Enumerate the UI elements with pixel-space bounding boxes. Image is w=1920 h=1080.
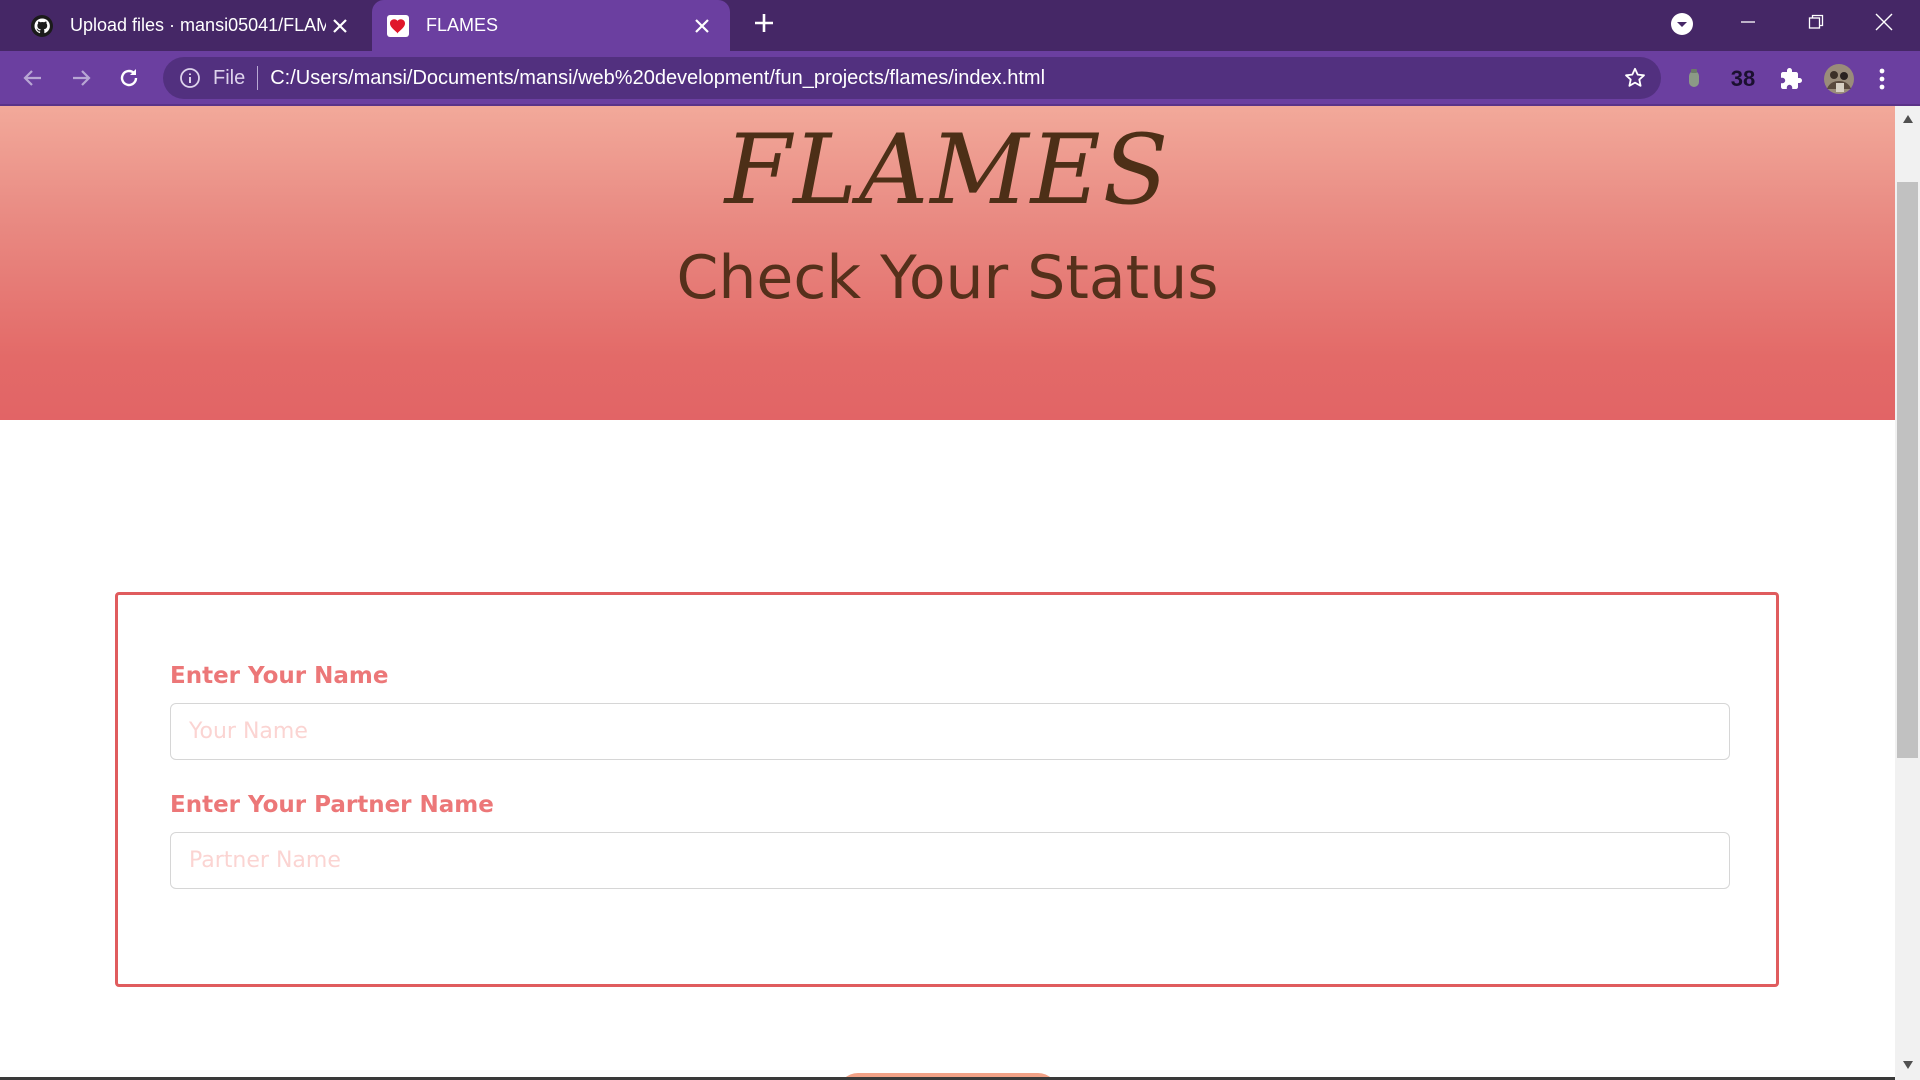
close-icon xyxy=(1875,13,1893,31)
restore-button[interactable] xyxy=(1786,0,1846,44)
close-window-button[interactable] xyxy=(1854,0,1914,44)
hero-banner: FLAMES Check Your Status xyxy=(0,106,1895,420)
extension-count: 38 xyxy=(1730,66,1756,91)
plus-icon xyxy=(755,14,773,32)
scroll-down-button[interactable] xyxy=(1895,1054,1920,1076)
chevron-down-circle-icon xyxy=(1671,13,1693,35)
more-vertical-icon xyxy=(1879,68,1885,90)
close-tab-icon[interactable] xyxy=(326,12,354,40)
new-tab-button[interactable] xyxy=(748,10,780,42)
partner-name-input[interactable] xyxy=(170,832,1730,889)
arrow-left-icon xyxy=(23,70,41,86)
page-subtitle: Check Your Status xyxy=(676,243,1219,313)
scroll-thumb[interactable] xyxy=(1897,182,1918,758)
browser-menu-button[interactable] xyxy=(1872,64,1892,94)
extension-bulb-icon xyxy=(1689,69,1699,87)
divider xyxy=(257,66,259,90)
restore-icon xyxy=(1808,14,1824,29)
tab-title: Upload files · mansi05041/FLAMES xyxy=(70,15,326,35)
tab-upload-files[interactable]: Upload files · mansi05041/FLAMES xyxy=(16,0,368,51)
name-input[interactable] xyxy=(170,703,1730,760)
avatar xyxy=(1824,64,1854,94)
reload-button[interactable] xyxy=(114,63,144,93)
flames-form-card: Enter Your Name Enter Your Partner Name xyxy=(115,592,1779,987)
reload-icon xyxy=(120,69,138,87)
profile-button[interactable] xyxy=(1823,64,1855,94)
name-label: Enter Your Name xyxy=(170,663,389,689)
bookmark-star-icon[interactable] xyxy=(1623,66,1647,90)
address-bar[interactable]: File C:/Users/mansi/Documents/mansi/web%… xyxy=(163,57,1661,99)
minimize-icon xyxy=(1741,21,1755,23)
triangle-down-icon xyxy=(1902,1061,1913,1069)
arrow-right-icon xyxy=(73,70,91,86)
scroll-up-button[interactable] xyxy=(1895,108,1920,130)
tab-title: FLAMES xyxy=(426,15,499,35)
page-viewport: FLAMES Check Your Status Enter Your Name… xyxy=(0,106,1895,1080)
extension-button[interactable] xyxy=(1682,64,1706,94)
url-text[interactable]: C:/Users/mansi/Documents/mansi/web%20dev… xyxy=(270,67,1623,90)
info-icon[interactable] xyxy=(179,67,201,89)
extension-counter[interactable]: 38 xyxy=(1724,64,1762,94)
page-scrollbar[interactable] xyxy=(1895,106,1920,1080)
github-icon xyxy=(31,14,53,37)
browser-toolbar: File C:/Users/mansi/Documents/mansi/web%… xyxy=(0,51,1920,106)
scheme-label: File xyxy=(213,66,246,89)
close-tab-icon[interactable] xyxy=(688,12,716,40)
tab-search-button[interactable] xyxy=(1670,12,1694,36)
extensions-menu-button[interactable] xyxy=(1778,64,1804,94)
triangle-up-icon xyxy=(1902,115,1913,123)
heart-icon xyxy=(387,14,409,37)
forward-button[interactable] xyxy=(66,63,96,93)
back-button[interactable] xyxy=(18,63,48,93)
puzzle-icon xyxy=(1781,68,1802,89)
page-title: FLAMES xyxy=(724,114,1171,226)
partner-name-label: Enter Your Partner Name xyxy=(170,792,494,818)
tab-flames[interactable]: FLAMES xyxy=(372,0,730,51)
tab-strip: Upload files · mansi05041/FLAMES FLAMES xyxy=(0,0,1920,51)
minimize-button[interactable] xyxy=(1718,0,1778,44)
